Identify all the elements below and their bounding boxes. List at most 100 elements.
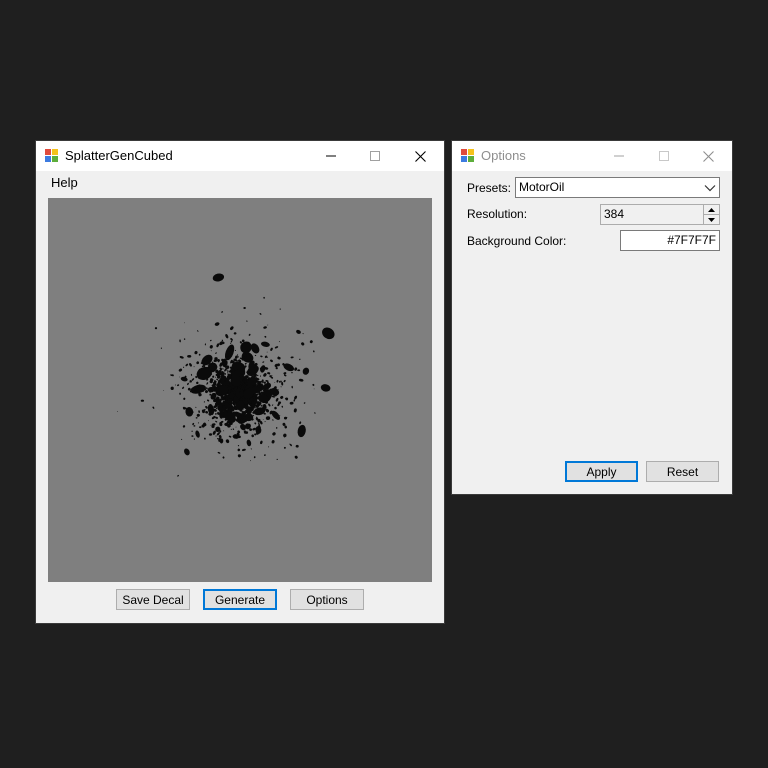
- maximize-button[interactable]: [641, 141, 686, 171]
- splatter-drop: [205, 411, 209, 414]
- splatter-drop: [230, 326, 234, 331]
- splatter-drop: [176, 384, 180, 387]
- splatter-drop: [250, 448, 252, 450]
- splatter-drop: [171, 374, 174, 377]
- splatter-drop: [212, 273, 225, 282]
- splatter-drop: [298, 378, 304, 382]
- minimize-button[interactable]: [308, 141, 353, 171]
- splatter-drop: [210, 350, 212, 352]
- apply-button[interactable]: Apply: [565, 461, 638, 482]
- splatter-drop: [175, 384, 176, 386]
- options-button[interactable]: Options: [290, 589, 364, 610]
- splatter-drop: [182, 406, 186, 410]
- maximize-icon: [658, 151, 669, 161]
- splatter-drop: [233, 332, 237, 335]
- splatter-drop: [297, 369, 301, 372]
- close-button[interactable]: [686, 141, 731, 171]
- menu-help[interactable]: Help: [51, 175, 78, 190]
- splatter-drop: [182, 386, 185, 389]
- splatter-drop: [291, 385, 293, 389]
- splatter-drop: [280, 386, 282, 388]
- window-title: Options: [481, 148, 526, 163]
- splatter-drop: [294, 455, 298, 459]
- splatter-drop: [302, 333, 304, 335]
- splatter-drop: [283, 374, 287, 377]
- splatter-drop: [260, 404, 263, 407]
- splatter-drop: [264, 355, 268, 359]
- splatter-drop: [194, 350, 198, 355]
- splatter-drop: [217, 451, 221, 454]
- resolution-value: 384: [604, 207, 625, 221]
- splatter-drop: [198, 353, 201, 356]
- splatter-drop: [256, 374, 259, 377]
- splatter-drop: [322, 327, 335, 340]
- splatter-drop: [182, 425, 186, 428]
- splatter-drop: [237, 454, 241, 458]
- minimize-button[interactable]: [596, 141, 641, 171]
- save-decal-button[interactable]: Save Decal: [116, 589, 190, 610]
- splatter-drop: [263, 373, 267, 377]
- splatter-drop: [215, 376, 217, 378]
- splatter-drop: [196, 413, 200, 417]
- spin-down-button[interactable]: [704, 215, 719, 224]
- splatter-drop: [295, 444, 299, 448]
- background-color-value: #7F7F7F: [667, 233, 716, 247]
- minimize-icon: [613, 155, 624, 157]
- close-icon: [703, 150, 714, 162]
- splatter-drop: [203, 401, 205, 403]
- splatter-drop: [206, 399, 210, 402]
- splatter-drop: [264, 454, 266, 456]
- splatter-drop: [275, 366, 278, 370]
- arrow-up-icon: [708, 207, 715, 212]
- splatter-drop: [275, 427, 278, 429]
- splatter-drop: [226, 369, 228, 371]
- splatter-drop: [182, 366, 185, 368]
- splatter-drop: [223, 430, 225, 432]
- splatter-drop: [293, 408, 297, 413]
- background-color-input[interactable]: #7F7F7F: [620, 230, 720, 251]
- splatter-drop: [216, 343, 220, 348]
- chevron-down-icon: [704, 185, 716, 192]
- spin-up-button[interactable]: [704, 205, 719, 215]
- window-title: SplatterGenCubed: [65, 148, 173, 163]
- close-button[interactable]: [398, 141, 443, 171]
- splatter-drop: [222, 456, 225, 459]
- splatter-drop: [281, 381, 284, 386]
- splatter-image: [117, 273, 335, 477]
- splatter-drop: [195, 430, 200, 438]
- splatter-drop: [196, 381, 199, 385]
- splatter-drop: [320, 384, 331, 392]
- splatter-drop: [179, 339, 181, 343]
- generate-button[interactable]: Generate: [203, 589, 277, 610]
- options-title-bar[interactable]: Options: [452, 141, 732, 171]
- splatter-drop: [283, 379, 286, 383]
- splatter-drop: [221, 311, 223, 313]
- main-title-bar[interactable]: SplatterGenCubed: [36, 141, 444, 171]
- splatter-drop: [296, 329, 301, 334]
- splatter-drop: [184, 322, 185, 324]
- splatter-drop: [178, 368, 183, 372]
- splatter-drop: [283, 446, 286, 449]
- splatter-drop: [193, 438, 195, 440]
- splatter-drop: [222, 368, 224, 370]
- splatter-drop: [241, 339, 245, 343]
- minimize-icon: [325, 155, 336, 157]
- splatter-drop: [208, 433, 213, 436]
- splatter-drop: [204, 437, 206, 440]
- splatter-drop: [205, 405, 208, 409]
- splatter-drop: [191, 378, 195, 381]
- splatter-drop: [215, 412, 217, 415]
- splatter-drop: [262, 361, 265, 363]
- splatter-drop: [187, 382, 189, 386]
- splatter-drop: [163, 390, 165, 391]
- maximize-button[interactable]: [352, 141, 397, 171]
- resolution-stepper[interactable]: 384: [600, 204, 720, 225]
- splatter-drop: [272, 419, 274, 421]
- splatter-drop: [225, 439, 230, 444]
- splatter-preview: [48, 198, 432, 582]
- reset-button[interactable]: Reset: [646, 461, 719, 482]
- resolution-label: Resolution:: [467, 207, 528, 221]
- splatter-drop: [152, 406, 155, 409]
- close-icon: [415, 150, 426, 162]
- presets-dropdown[interactable]: MotorOil: [515, 177, 720, 198]
